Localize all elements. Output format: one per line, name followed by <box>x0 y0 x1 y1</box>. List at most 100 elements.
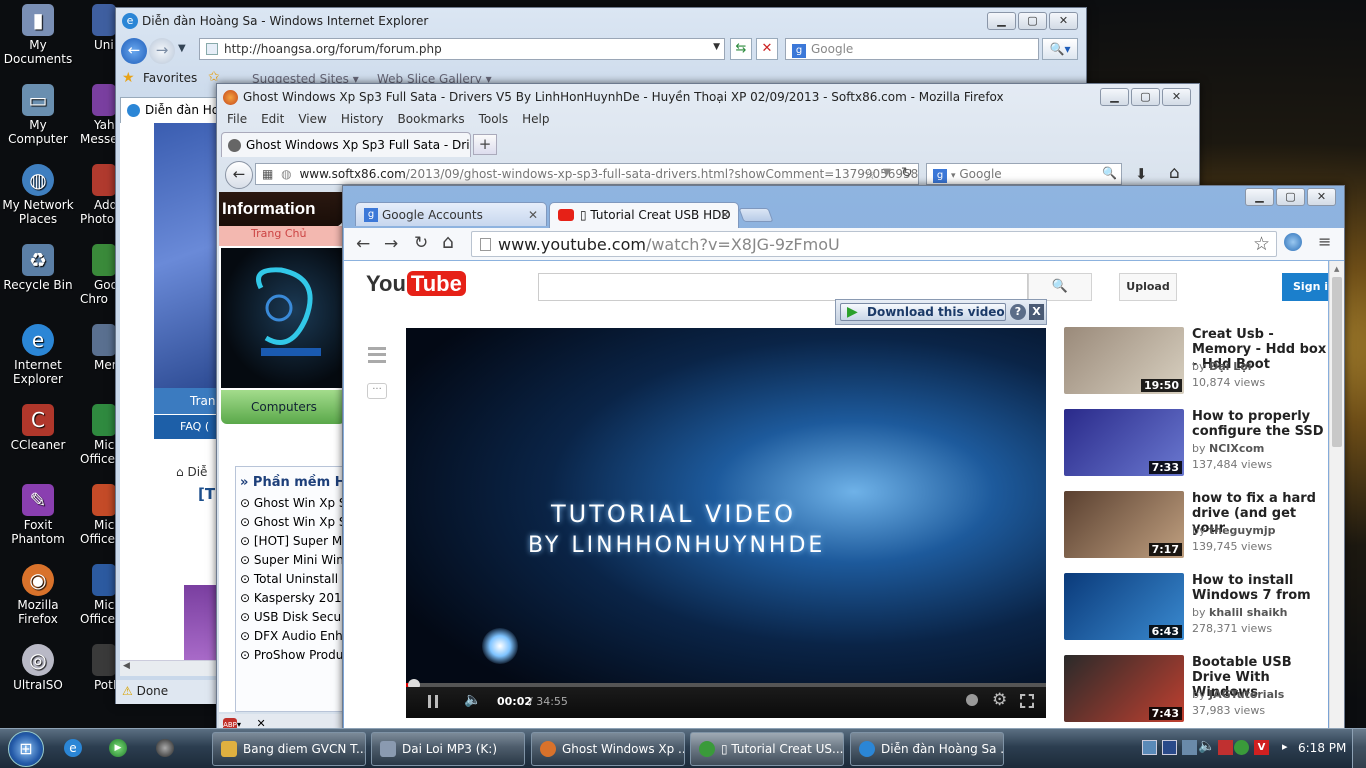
trang-chu-link[interactable]: Trang Chủ <box>219 226 345 246</box>
related-video[interactable]: 7:33 How to properly configure the SSD b… <box>1064 409 1328 479</box>
desktop-icon-col2-1[interactable]: Uni <box>80 4 116 52</box>
desktop-icon-ultraiso[interactable]: ◎ UltraISO <box>1 644 75 692</box>
desktop-icon-my-documents[interactable]: ▮ My Documents <box>1 4 75 66</box>
close-button[interactable]: ✕ <box>1162 88 1191 106</box>
reload-icon[interactable]: ↻ <box>901 165 913 181</box>
close-tab-icon[interactable]: ✕ <box>720 208 730 222</box>
download-icon[interactable]: ⬇ <box>1135 165 1148 183</box>
menu-bookmarks[interactable]: Bookmarks <box>398 112 465 126</box>
close-download-bar-button[interactable]: X <box>1029 304 1044 320</box>
start-button[interactable]: ⊞ <box>8 731 44 767</box>
more-icon[interactable]: ··· <box>367 383 387 399</box>
faq-link[interactable]: FAQ <box>180 420 201 433</box>
favorites-button[interactable]: Favorites <box>143 71 197 85</box>
clock[interactable]: 6:18 PM <box>1298 741 1346 755</box>
channel-link[interactable]: NCIXcom <box>1209 442 1264 455</box>
close-button[interactable]: ✕ <box>1307 188 1336 206</box>
menu-file[interactable]: File <box>227 112 247 126</box>
firefox-address-bar[interactable]: ▦ ◍ www.softx86.com/2013/09/ghost-window… <box>255 163 919 185</box>
scrollbar-thumb[interactable] <box>1332 277 1342 447</box>
desktop-icon-col2-9[interactable]: PotP <box>80 644 116 692</box>
tray-icon-4[interactable] <box>1234 740 1249 755</box>
related-video[interactable]: 7:43 Bootable USB Drive With Windows by … <box>1064 655 1328 725</box>
bookmark-star-icon[interactable]: ☆ <box>863 165 876 183</box>
chevron-down-icon[interactable]: ▼ <box>713 42 720 52</box>
bookmark-star-icon[interactable]: ☆ <box>1253 233 1270 255</box>
firefox-tab[interactable]: Ghost Windows Xp Sp3 Full Sata - Driver.… <box>221 132 471 157</box>
channel-link[interactable]: Đại Lợi <box>1209 360 1252 373</box>
task-ie[interactable]: Diễn đàn Hoàng Sa ... <box>850 732 1004 766</box>
chrome-omnibox[interactable]: www.youtube.com/watch?v=X8JG-9zFmoU ☆ <box>471 231 1277 257</box>
desktop-icon-col2-3[interactable]: Add Photo <box>80 164 116 226</box>
firefox-search-box[interactable]: g ▾ Google 🔍 <box>926 163 1122 185</box>
video-player[interactable]: TUTORIAL VIDEO BY LINHHONHUYNHDE 🔈 00:02… <box>406 328 1046 718</box>
new-tab-button[interactable]: + <box>473 134 497 155</box>
related-video[interactable]: 19:50 Creat Usb - Memory - Hdd box - Hdd… <box>1064 327 1328 397</box>
quicklaunch-media-icon[interactable]: ▶ <box>109 739 127 757</box>
show-desktop-button[interactable] <box>1352 729 1366 768</box>
desktop-icon-ie[interactable]: e Internet Explorer <box>1 324 75 386</box>
ie-tab[interactable]: Diễn đàn Hoà <box>120 97 220 123</box>
forward-button[interactable]: → <box>149 38 175 64</box>
page-scrollbar[interactable]: ▲ <box>1329 261 1344 731</box>
new-tab-button[interactable] <box>738 208 774 222</box>
maximize-button[interactable]: ▢ <box>1018 12 1047 30</box>
menu-tools[interactable]: Tools <box>479 112 509 126</box>
maximize-button[interactable]: ▢ <box>1131 88 1160 106</box>
dropdown-arrow-icon[interactable]: ▼ <box>883 167 891 178</box>
task-firefox[interactable]: Ghost Windows Xp ... <box>531 732 685 766</box>
youtube-search-input[interactable] <box>538 273 1028 301</box>
desktop-icon-col2-5[interactable]: Menu <box>80 324 116 372</box>
software-link[interactable]: ⊙ ProShow Produ <box>236 646 345 665</box>
close-tab-icon[interactable]: ✕ <box>528 208 538 222</box>
antivirus-icon[interactable]: V <box>1254 740 1269 755</box>
guide-menu-icon[interactable] <box>368 347 386 363</box>
forum-nav-tab[interactable]: Tran <box>154 388 216 414</box>
volume-icon[interactable]: 🔈 <box>1198 738 1215 754</box>
desktop-icon-my-computer[interactable]: ▭ My Computer <box>1 84 75 146</box>
quicklaunch-ie-icon[interactable]: e <box>64 739 82 757</box>
menu-history[interactable]: History <box>341 112 384 126</box>
sign-in-button[interactable]: Sign in <box>1282 273 1328 301</box>
tray-icon-2[interactable] <box>1162 740 1177 755</box>
software-link[interactable]: ⊙ [HOT] Super M <box>236 532 345 551</box>
task-dai-loi[interactable]: Dai Loi MP3 (K:) <box>371 732 525 766</box>
firefox-back-button[interactable]: ← <box>225 161 253 189</box>
task-bang-diem[interactable]: Bang diem GVCN T... <box>212 732 366 766</box>
download-video-button[interactable]: ▶ Download this video <box>840 303 1006 321</box>
desktop-icon-ccleaner[interactable]: C CCleaner <box>1 404 75 452</box>
home-icon[interactable]: ⌂ <box>1169 163 1180 183</box>
chrome-tab-google-accounts[interactable]: g Google Accounts ✕ <box>355 202 547 226</box>
volume-icon[interactable]: 🔈 <box>464 692 481 708</box>
home-icon[interactable]: ⌂ <box>442 231 454 253</box>
tray-expand-icon[interactable]: ▸ <box>1282 740 1288 753</box>
software-link[interactable]: ⊙ Kaspersky 201 <box>236 589 345 608</box>
software-link[interactable]: ⊙ Super Mini Win <box>236 551 345 570</box>
related-video[interactable]: 7:17 how to fix a hard drive (and get yo… <box>1064 491 1328 561</box>
menu-edit[interactable]: Edit <box>261 112 284 126</box>
tray-icon-1[interactable] <box>1142 740 1157 755</box>
quicklaunch-app-icon[interactable] <box>156 739 174 757</box>
network-icon[interactable] <box>1182 740 1197 755</box>
computers-nav[interactable]: Computers <box>221 390 345 424</box>
help-button[interactable]: ? <box>1010 304 1026 320</box>
chevron-down-icon[interactable]: ▼ <box>178 43 186 54</box>
software-link[interactable]: ⊙ Ghost Win Xp S <box>236 494 345 513</box>
watch-later-icon[interactable] <box>966 694 978 706</box>
desktop-icon-recycle-bin[interactable]: ♻ Recycle Bin <box>1 244 75 292</box>
chrome-tab-youtube[interactable]: ▯ Tutorial Creat USB HDD ✕ <box>549 202 739 228</box>
desktop-icon-col2-4[interactable]: Goo Chro <box>80 244 116 306</box>
related-video[interactable]: 6:43 How to install Windows 7 from by kh… <box>1064 573 1328 643</box>
menu-view[interactable]: View <box>298 112 326 126</box>
home-icon[interactable]: ⌂ <box>176 465 184 479</box>
task-chrome[interactable]: ▯ Tutorial Creat US... <box>690 732 844 766</box>
fullscreen-icon[interactable] <box>1020 694 1034 708</box>
channel-link[interactable]: khalil shaikh <box>1209 606 1287 619</box>
minimize-button[interactable]: ▁ <box>1245 188 1274 206</box>
maximize-button[interactable]: ▢ <box>1276 188 1305 206</box>
search-icon[interactable]: 🔍 <box>1102 166 1117 180</box>
menu-help[interactable]: Help <box>522 112 549 126</box>
refresh-button[interactable]: ⇆ <box>730 38 752 60</box>
desktop-icon-col2-7[interactable]: Micro Office <box>80 484 116 546</box>
software-link[interactable]: ⊙ DFX Audio Enh <box>236 627 345 646</box>
